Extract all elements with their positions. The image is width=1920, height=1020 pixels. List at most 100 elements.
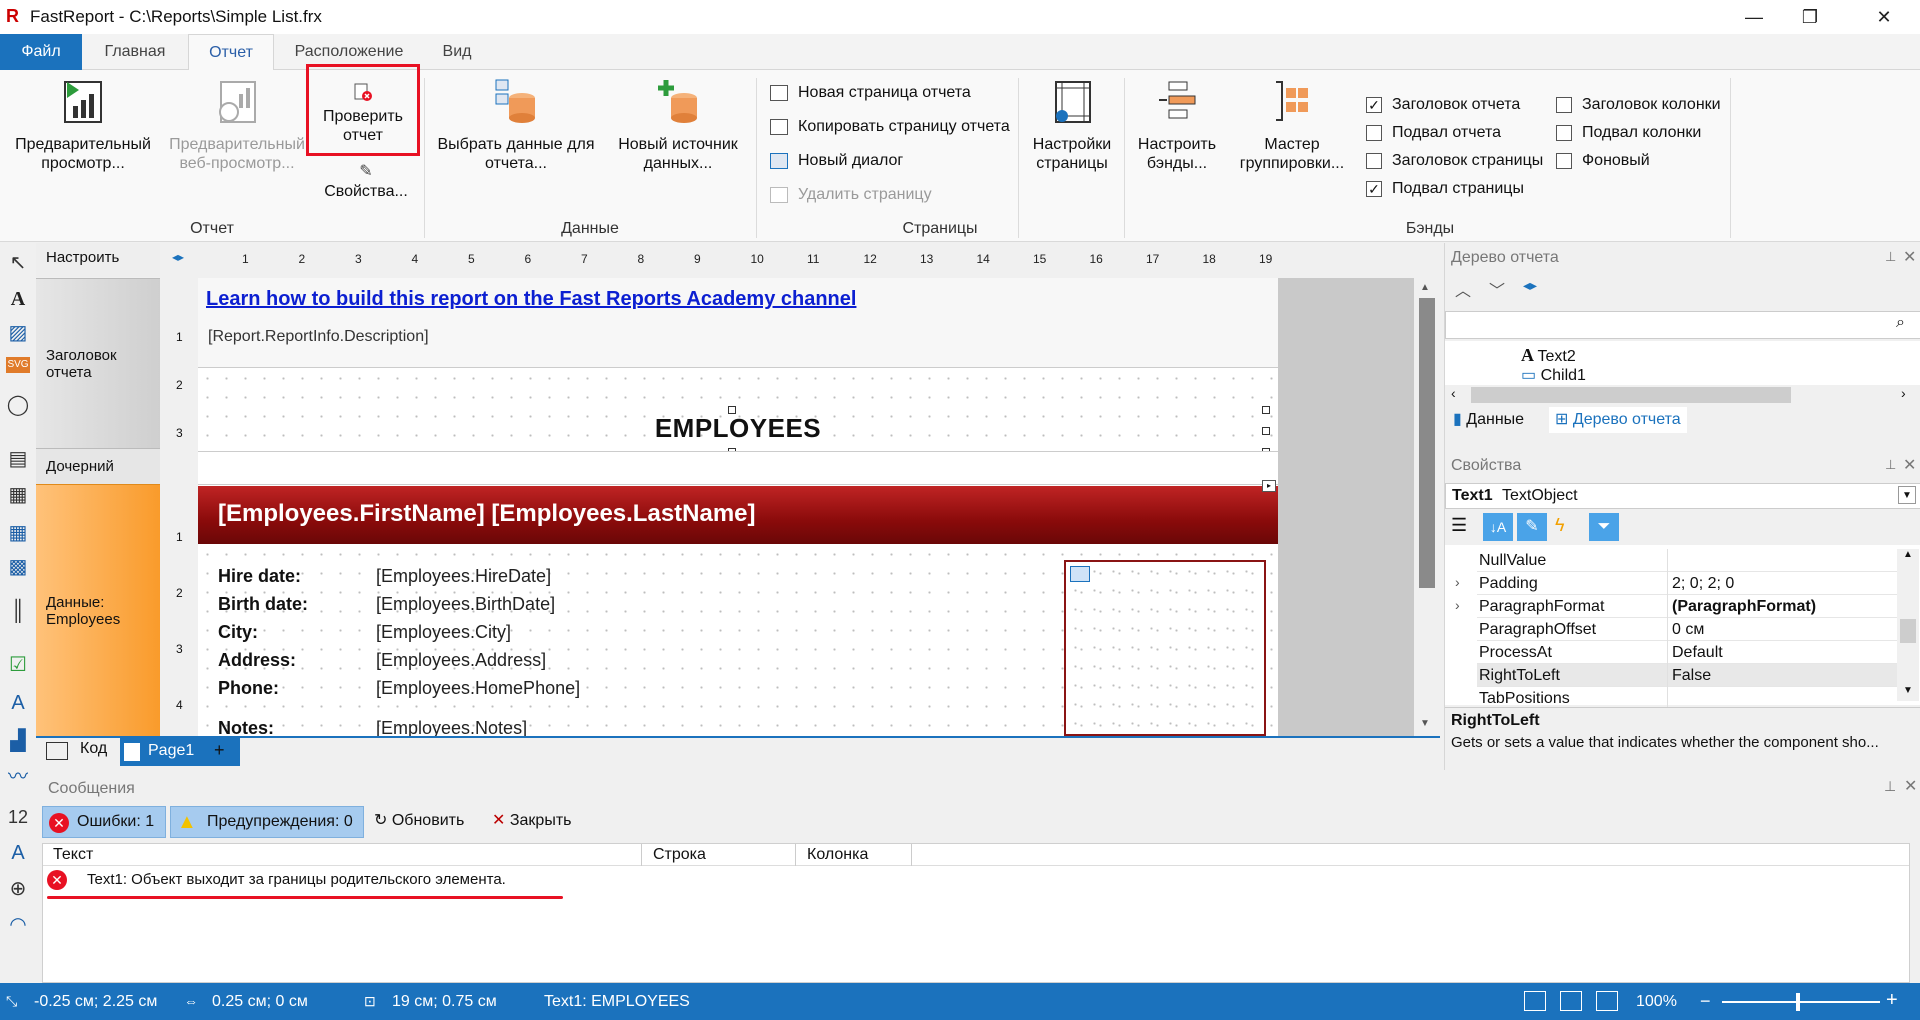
shape-tool-icon[interactable]: ◯ — [6, 393, 30, 417]
check-report-button[interactable]: Проверить отчет — [306, 64, 420, 156]
cellular-text-icon[interactable]: A — [6, 841, 30, 865]
wrench-icon[interactable]: ✎ — [1517, 513, 1547, 541]
tab-code[interactable]: Код — [80, 740, 107, 758]
scroll-down-icon[interactable]: ▼ — [1903, 685, 1913, 696]
filter-icon[interactable]: ⏷ — [1589, 513, 1619, 541]
checkbox-tool-icon[interactable]: ☑ — [6, 653, 30, 677]
check-report-summary[interactable]: Подвал отчета — [1364, 122, 1501, 144]
property-value[interactable]: (ParagraphFormat) — [1672, 595, 1816, 618]
gauge-tool-icon[interactable]: ▟ — [6, 729, 30, 753]
add-page-button[interactable]: + — [214, 740, 225, 761]
new-page-button[interactable]: Новая страница отчета — [768, 82, 971, 104]
page-settings-button[interactable]: Настройки страницы — [1024, 78, 1120, 173]
configure-bands-link[interactable]: Настроить — [36, 243, 160, 277]
employee-name-band[interactable]: [Employees.FirstName] [Employees.LastNam… — [198, 486, 1278, 544]
photo-picture[interactable] — [1064, 560, 1266, 736]
col-text[interactable]: Текст — [53, 846, 93, 864]
check-overlay[interactable]: Фоновый — [1554, 150, 1650, 172]
subreport-tool-icon[interactable]: ▤ — [6, 447, 30, 471]
svg-tool-icon[interactable]: SVG — [6, 357, 30, 373]
search-icon[interactable]: ⌕ — [1896, 314, 1905, 332]
field-label[interactable]: Birth date: — [218, 594, 308, 615]
matrix-tool-icon[interactable]: ▦ — [6, 521, 30, 545]
pointer-icon[interactable]: ↖ — [6, 251, 30, 275]
field-label[interactable]: Address: — [218, 650, 296, 671]
close-window-button[interactable]: ✕ — [1856, 0, 1912, 34]
field-value[interactable]: [Employees.Notes] — [376, 718, 527, 736]
web-preview-button[interactable]: Предварительный веб-просмотр... — [164, 78, 310, 173]
close-button[interactable]: ✕ Закрыть — [492, 810, 571, 830]
map-tool-icon[interactable]: ⊕ — [6, 877, 30, 901]
maximize-button[interactable]: ❐ — [1782, 0, 1838, 34]
new-dialog-button[interactable]: Новый диалог — [768, 150, 903, 172]
zoom-in-button[interactable]: + — [1886, 989, 1898, 1012]
picture-tool-icon[interactable]: ▨ — [6, 321, 30, 345]
band-label-report-title[interactable]: Заголовок отчета — [36, 278, 160, 448]
copy-page-button[interactable]: Копировать страницу отчета — [768, 116, 1010, 138]
property-row[interactable]: ParagraphFormat (ParagraphFormat) — [1477, 595, 1902, 618]
canvas-vscroll[interactable]: ▲ ▼ — [1414, 278, 1440, 736]
tree-item-child1[interactable]: ▭ Child1 — [1521, 365, 1586, 385]
tree-hscroll[interactable]: ‹ › — [1445, 385, 1920, 405]
chart-tool-icon[interactable]: ▩ — [6, 555, 30, 579]
close-properties-icon[interactable]: ✕ — [1903, 455, 1916, 475]
actual-size-icon[interactable] — [1596, 991, 1618, 1011]
events-icon[interactable]: ϟ — [1555, 515, 1565, 536]
zoom-thumb[interactable] — [1796, 993, 1800, 1011]
errors-filter-button[interactable]: ✕ Ошибки: 1 — [42, 806, 166, 838]
close-tree-icon[interactable]: ✕ — [1903, 247, 1916, 267]
property-value[interactable]: 0 см — [1672, 618, 1704, 641]
configure-bands-button[interactable]: Настроить бэнды... — [1132, 78, 1222, 173]
preview-button[interactable]: Предварительный просмотр... — [10, 78, 156, 173]
categorized-icon[interactable]: ☰ — [1451, 515, 1467, 536]
close-messages-icon[interactable]: ✕ — [1904, 776, 1917, 796]
pin-icon[interactable]: ⊥ — [1885, 457, 1896, 473]
select-data-button[interactable]: Выбрать данные для отчета... — [436, 78, 596, 173]
academy-link[interactable]: Learn how to build this report on the Fa… — [206, 288, 856, 311]
field-value[interactable]: [Employees.HireDate] — [376, 566, 551, 587]
scroll-up-icon[interactable]: ▲ — [1420, 282, 1430, 293]
band-label-child[interactable]: Дочерний — [36, 448, 160, 484]
richtext-tool-icon[interactable]: A — [6, 691, 30, 715]
table-tool-icon[interactable]: ▦ — [6, 483, 30, 507]
property-row[interactable]: ProcessAt Default — [1477, 641, 1902, 664]
field-label[interactable]: City: — [218, 622, 258, 643]
scroll-thumb[interactable] — [1419, 298, 1435, 588]
property-value[interactable]: Default — [1672, 641, 1723, 664]
field-label[interactable]: Phone: — [218, 678, 279, 699]
description-text[interactable]: [Report.ReportInfo.Description] — [208, 328, 429, 346]
table-row[interactable]: ✕ Text1: Объект выходит за границы родит… — [43, 868, 643, 892]
tab-home[interactable]: Главная — [92, 34, 178, 70]
refresh-button[interactable]: ↻ Обновить — [374, 810, 464, 830]
number-tool-icon[interactable]: 12 — [6, 805, 30, 829]
field-label[interactable]: Hire date: — [218, 566, 301, 587]
delete-page-button[interactable]: Удалить страницу — [768, 184, 932, 206]
check-page-footer[interactable]: ✓ Подвал страницы — [1364, 178, 1524, 200]
scroll-down-icon[interactable]: ▼ — [1420, 718, 1430, 729]
gauge-icon[interactable]: ◠ — [6, 913, 30, 937]
expand-arrow-icon[interactable]: › — [1455, 574, 1460, 590]
field-value[interactable]: [Employees.HomePhone] — [376, 678, 580, 699]
chevron-down-icon[interactable]: ▼ — [1898, 486, 1916, 504]
tab-file[interactable]: Файл — [0, 34, 82, 70]
scroll-up-icon[interactable]: ▲ — [1903, 549, 1913, 560]
scroll-thumb[interactable] — [1900, 619, 1916, 643]
zoom-slider[interactable] — [1722, 1001, 1880, 1003]
property-row[interactable]: NullValue — [1477, 549, 1902, 572]
ruler-arrows-icon[interactable]: ◂▸ — [172, 250, 192, 270]
property-value[interactable]: 2; 0; 2; 0 — [1672, 572, 1734, 595]
sparkline-tool-icon[interactable]: 〰 — [6, 765, 30, 789]
band-menu-icon[interactable]: ▸ — [1262, 480, 1276, 492]
check-column-header[interactable]: Заголовок колонки — [1554, 94, 1721, 116]
field-label[interactable]: Notes: — [218, 718, 274, 736]
move-down-icon[interactable]: ﹀ — [1489, 277, 1505, 301]
fit-page-icon[interactable] — [1560, 991, 1582, 1011]
field-value[interactable]: [Employees.City] — [376, 622, 511, 643]
group-master-button[interactable]: Мастер группировки... — [1232, 78, 1352, 173]
tree-search-input[interactable]: ⌕ — [1445, 311, 1920, 339]
scroll-thumb[interactable] — [1471, 387, 1791, 403]
property-row[interactable]: ParagraphOffset 0 см — [1477, 618, 1902, 641]
tab-data[interactable]: ▮ Данные — [1453, 409, 1524, 429]
expand-arrow-icon[interactable]: › — [1455, 597, 1460, 613]
text-tool-icon[interactable]: A — [6, 287, 30, 311]
